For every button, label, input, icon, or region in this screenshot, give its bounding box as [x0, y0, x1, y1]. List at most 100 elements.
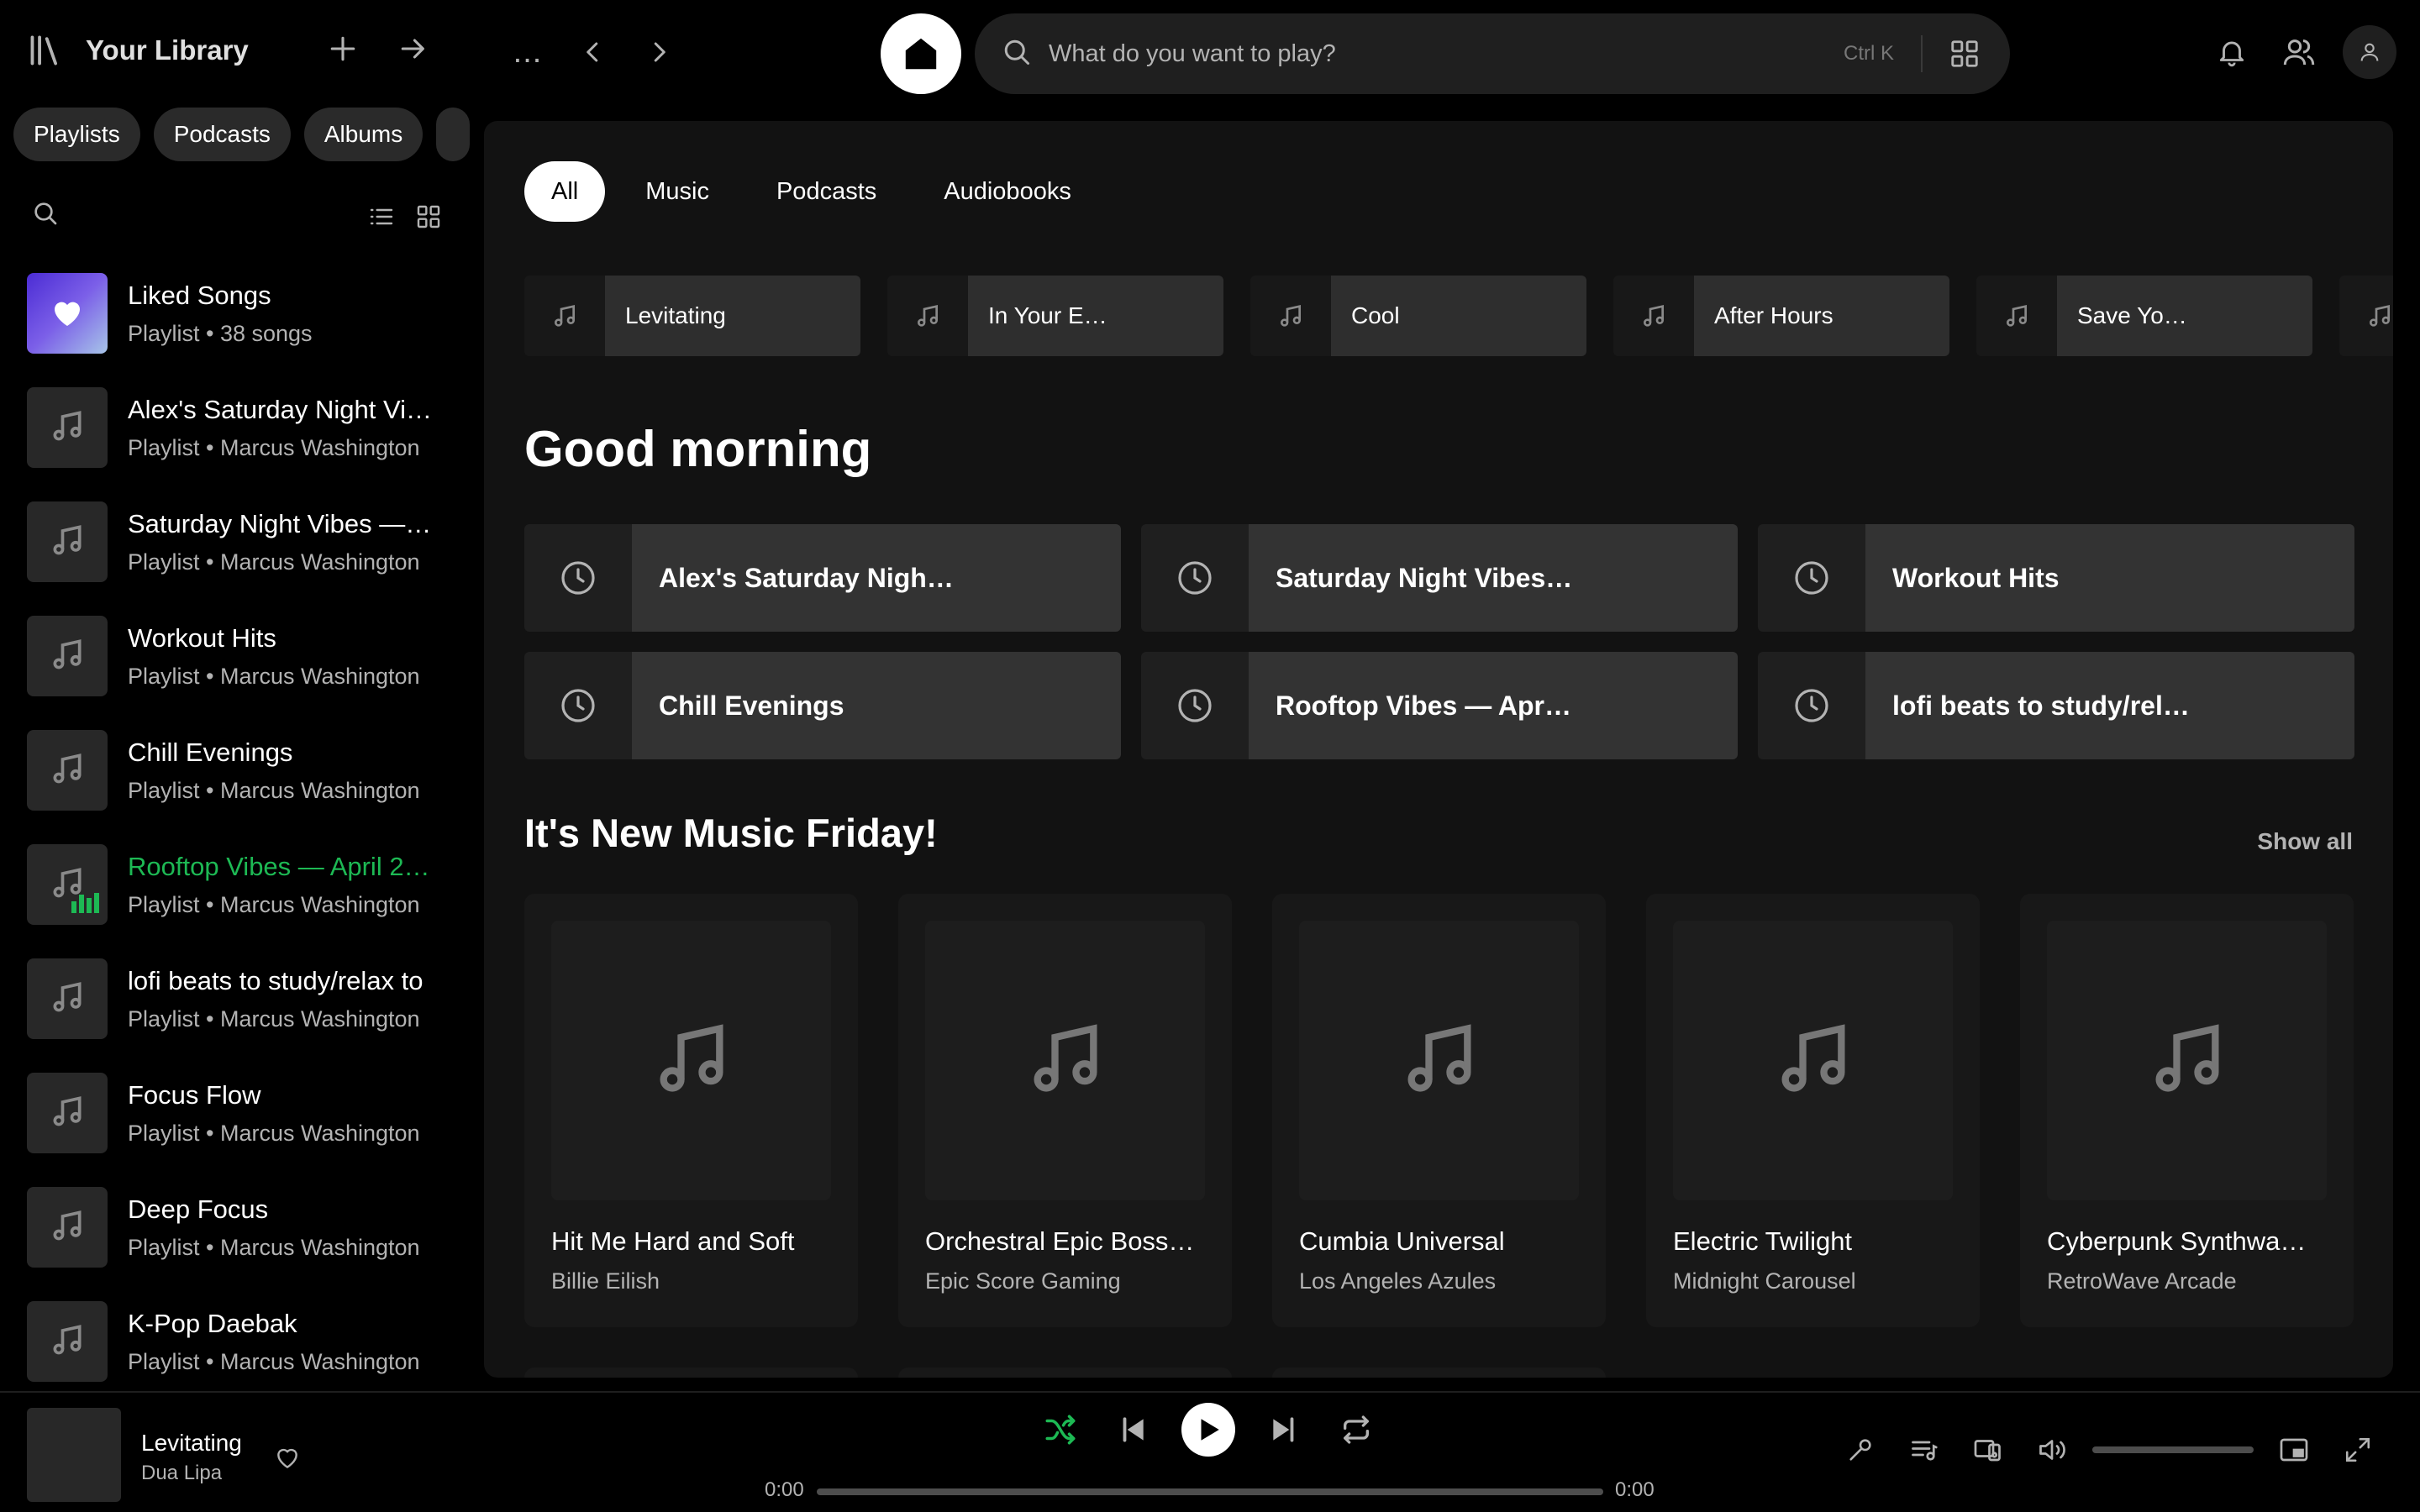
quick-access-title: lofi beats to study/rel…: [1865, 652, 2354, 759]
library-item[interactable]: Focus Flow Playlist • Marcus Washington: [27, 1067, 447, 1159]
library-item[interactable]: K-Pop Daebak Playlist • Marcus Washington: [27, 1295, 447, 1388]
notifications-button[interactable]: [2208, 29, 2255, 76]
album-card[interactable]: Cumbia Universal Los Angeles Azules: [1272, 894, 1606, 1327]
list-view-button[interactable]: [363, 198, 400, 235]
create-playlist-button[interactable]: [319, 25, 366, 72]
browse-button[interactable]: [1941, 30, 1988, 77]
skip-forward-icon: [1273, 1417, 1294, 1442]
home-button[interactable]: [881, 13, 961, 94]
album-card[interactable]: Hit Me Hard and Soft Billie Eilish: [524, 894, 858, 1327]
skip-back-icon: [1123, 1417, 1144, 1442]
next-button[interactable]: [1260, 1406, 1307, 1453]
chip-podcasts[interactable]: Podcasts: [153, 108, 291, 161]
content-filters: All Music Podcasts Audiobooks: [524, 161, 1098, 222]
library-item[interactable]: Deep Focus Playlist • Marcus Washington: [27, 1181, 447, 1273]
playlist-cover: [27, 616, 108, 696]
music-note-icon: [1771, 1016, 1855, 1105]
music-note-icon: [524, 276, 605, 356]
playlist-cover: [27, 387, 108, 468]
forward-button[interactable]: [635, 29, 682, 76]
now-playing-view-button[interactable]: [1837, 1426, 1884, 1473]
library-item[interactable]: Chill Evenings Playlist • Marcus Washingt…: [27, 724, 447, 816]
library-item-name: K-Pop Daebak: [128, 1308, 297, 1338]
filter-podcasts[interactable]: Podcasts: [750, 161, 903, 222]
quick-access-item[interactable]: Alex's Saturday Nigh…: [524, 524, 1121, 632]
queue-button[interactable]: [1901, 1426, 1948, 1473]
now-playing-artist[interactable]: Dua Lipa: [141, 1462, 222, 1485]
repeat-button[interactable]: [1333, 1406, 1380, 1453]
profile-avatar[interactable]: [2343, 25, 2396, 79]
recent-track[interactable]: After Hours: [1613, 276, 1949, 356]
library-item-name: Rooftop Vibes — April 2…: [128, 851, 430, 881]
music-note-icon: [49, 750, 86, 791]
music-note-icon: [49, 407, 86, 449]
recent-track[interactable]: Levitating: [524, 276, 860, 356]
library-item-name: Alex's Saturday Night Vi…: [128, 394, 433, 424]
album-cover: [1299, 921, 1579, 1200]
show-all-link[interactable]: Show all: [2257, 828, 2353, 855]
connect-device-button[interactable]: [1965, 1426, 2012, 1473]
filter-music[interactable]: Music: [618, 161, 736, 222]
previous-button[interactable]: [1109, 1406, 1156, 1453]
shuffle-button[interactable]: [1037, 1406, 1084, 1453]
filter-all[interactable]: All: [524, 161, 606, 222]
quick-access-item[interactable]: lofi beats to study/rel…: [1758, 652, 2354, 759]
quick-access-item[interactable]: Rooftop Vibes — Apr…: [1141, 652, 1738, 759]
expand-icon: [2345, 1437, 2370, 1462]
fullscreen-button[interactable]: [2334, 1426, 2381, 1473]
search-bar[interactable]: Ctrl K: [975, 13, 2010, 94]
browse-icon: [1951, 40, 1978, 67]
mute-button[interactable]: [2028, 1426, 2075, 1473]
library-item-name: Saturday Night Vibes —…: [128, 508, 432, 538]
album-cover: [925, 921, 1205, 1200]
library-item[interactable]: Rooftop Vibes — April 2… Playlist • Marcu…: [27, 838, 447, 931]
recent-track[interactable]: [2339, 276, 2393, 356]
search-input[interactable]: [1049, 39, 1788, 68]
library-icon[interactable]: [27, 32, 64, 69]
music-note-icon: [2145, 1016, 2229, 1105]
library-item[interactable]: Liked Songs Playlist • 38 songs: [27, 267, 447, 360]
music-note-icon: [49, 979, 86, 1020]
music-note-icon: [49, 522, 86, 563]
section-title: It's New Music Friday!: [524, 811, 938, 855]
miniplayer-button[interactable]: [2270, 1426, 2317, 1473]
recently-played-row: Levitating In Your E… Cool After Hours Save …: [524, 276, 2393, 356]
back-button[interactable]: [570, 29, 617, 76]
album-card[interactable]: Orchestral Epic Boss… Epic Score Gaming: [898, 894, 1232, 1327]
grid-view-button[interactable]: [410, 198, 447, 235]
now-playing-cover[interactable]: [27, 1408, 121, 1502]
shuffle-icon: [1045, 1415, 1076, 1445]
library-item[interactable]: Workout Hits Playlist • Marcus Washington: [27, 610, 447, 702]
friend-activity-button[interactable]: [2275, 29, 2323, 76]
recent-track[interactable]: In Your E…: [887, 276, 1223, 356]
album-artist: Epic Score Gaming: [925, 1268, 1121, 1294]
now-playing-title[interactable]: Levitating: [141, 1430, 242, 1457]
recent-track[interactable]: Cool: [1250, 276, 1586, 356]
volume-slider[interactable]: [2092, 1446, 2254, 1453]
like-button[interactable]: [269, 1440, 306, 1477]
album-title: Cyberpunk Synthwa…: [2047, 1226, 2307, 1256]
album-card[interactable]: Electric Twilight Midnight Carousel: [1646, 894, 1980, 1327]
album-card[interactable]: Cyberpunk Synthwa… RetroWave Arcade: [2020, 894, 2354, 1327]
library-title: Your Library: [86, 34, 249, 66]
play-button[interactable]: [1181, 1403, 1235, 1457]
chip-more[interactable]: [436, 108, 471, 161]
quick-access-item[interactable]: Workout Hits: [1758, 524, 2354, 632]
quick-access-item[interactable]: Saturday Night Vibes…: [1141, 524, 1738, 632]
quick-access-title: Rooftop Vibes — Apr…: [1249, 652, 1738, 759]
more-menu-button[interactable]: ...: [504, 34, 551, 71]
chip-albums[interactable]: Albums: [303, 108, 424, 161]
chip-playlists[interactable]: Playlists: [13, 108, 140, 161]
filter-audiobooks[interactable]: Audiobooks: [917, 161, 1098, 222]
music-note-icon: [49, 1321, 86, 1362]
quick-access-item[interactable]: Chill Evenings: [524, 652, 1121, 759]
library-sidebar: Your Library Playlists Podcasts Albums L…: [0, 0, 471, 1391]
library-item-subtitle: Playlist • Marcus Washington: [128, 1005, 420, 1032]
progress-bar[interactable]: [817, 1488, 1603, 1495]
library-search-button[interactable]: [27, 195, 64, 232]
library-item[interactable]: Alex's Saturday Night Vi… Playlist • Marc…: [27, 381, 447, 474]
expand-library-button[interactable]: [390, 25, 437, 72]
library-item[interactable]: lofi beats to study/relax to Playlist • M…: [27, 953, 447, 1045]
library-item[interactable]: Saturday Night Vibes —… Playlist • Marcus…: [27, 496, 447, 588]
recent-track[interactable]: Save Yo…: [1976, 276, 2312, 356]
